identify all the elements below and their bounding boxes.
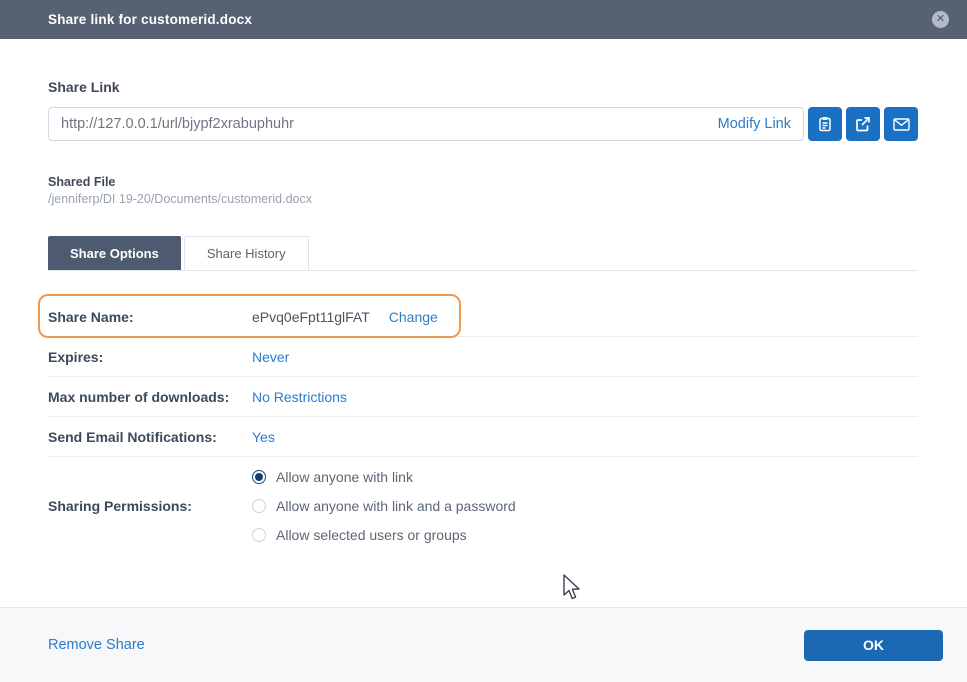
- share-link-label: Share Link: [48, 79, 918, 95]
- share-url-value: http://127.0.0.1/url/bjypf2xrabuphuhr: [61, 116, 718, 132]
- permission-selected-users[interactable]: Allow selected users or groups: [252, 525, 516, 545]
- permission-anyone-with-link[interactable]: Allow anyone with link: [252, 467, 516, 487]
- email-notifications-label: Send Email Notifications:: [48, 429, 252, 445]
- copy-link-button[interactable]: [808, 107, 842, 141]
- dialog-body: Share Link http://127.0.0.1/url/bjypf2xr…: [0, 79, 967, 559]
- shared-file-section: Shared File /jenniferp/DI 19-20/Document…: [48, 175, 918, 206]
- max-downloads-value-link[interactable]: No Restrictions: [252, 389, 347, 405]
- expires-row: Expires: Never: [48, 337, 918, 377]
- sharing-permissions-row: Sharing Permissions: Allow anyone with l…: [48, 457, 918, 559]
- radio-unselected-icon[interactable]: [252, 499, 266, 513]
- external-link-icon: [855, 116, 871, 132]
- email-link-button[interactable]: [884, 107, 918, 141]
- ok-button[interactable]: OK: [804, 630, 943, 661]
- sharing-permissions-label: Sharing Permissions:: [48, 498, 252, 514]
- email-notifications-value-link[interactable]: Yes: [252, 429, 275, 445]
- shared-file-path: /jenniferp/DI 19-20/Documents/customerid…: [48, 192, 918, 206]
- share-name-value: ePvq0eFpt11glFAT: [252, 309, 370, 325]
- dialog-footer: Remove Share OK: [0, 607, 967, 682]
- tab-share-history[interactable]: Share History: [184, 236, 309, 270]
- share-link-row: http://127.0.0.1/url/bjypf2xrabuphuhr Mo…: [48, 107, 918, 141]
- radio-unselected-icon[interactable]: [252, 528, 266, 542]
- modify-link-button[interactable]: Modify Link: [718, 116, 791, 132]
- expires-label: Expires:: [48, 349, 252, 365]
- max-downloads-label: Max number of downloads:: [48, 389, 252, 405]
- share-url-field[interactable]: http://127.0.0.1/url/bjypf2xrabuphuhr Mo…: [48, 107, 804, 141]
- permission-link-and-password[interactable]: Allow anyone with link and a password: [252, 496, 516, 516]
- remove-share-link[interactable]: Remove Share: [48, 637, 145, 653]
- dialog-title: Share link for customerid.docx: [48, 12, 252, 27]
- tab-bar: Share Options Share History: [48, 236, 918, 271]
- envelope-icon: [893, 118, 910, 131]
- permission-choice-label: Allow anyone with link: [276, 467, 413, 487]
- clipboard-icon: [817, 116, 833, 132]
- dialog-titlebar: Share link for customerid.docx ✕: [0, 0, 967, 39]
- shared-file-label: Shared File: [48, 175, 918, 189]
- permission-choices: Allow anyone with link Allow anyone with…: [252, 467, 516, 545]
- permission-choice-label: Allow selected users or groups: [276, 525, 467, 545]
- mouse-cursor: [562, 574, 584, 607]
- close-icon[interactable]: ✕: [932, 11, 949, 28]
- tab-share-options[interactable]: Share Options: [48, 236, 181, 270]
- expires-value-link[interactable]: Never: [252, 349, 289, 365]
- email-notifications-row: Send Email Notifications: Yes: [48, 417, 918, 457]
- share-name-row: Share Name: ePvq0eFpt11glFAT Change: [48, 297, 918, 337]
- permission-choice-label: Allow anyone with link and a password: [276, 496, 516, 516]
- share-options-form: Share Name: ePvq0eFpt11glFAT Change Expi…: [48, 297, 918, 559]
- max-downloads-row: Max number of downloads: No Restrictions: [48, 377, 918, 417]
- radio-selected-icon[interactable]: [252, 470, 266, 484]
- change-share-name-button[interactable]: Change: [389, 309, 438, 325]
- open-link-button[interactable]: [846, 107, 880, 141]
- share-name-label: Share Name:: [48, 309, 252, 325]
